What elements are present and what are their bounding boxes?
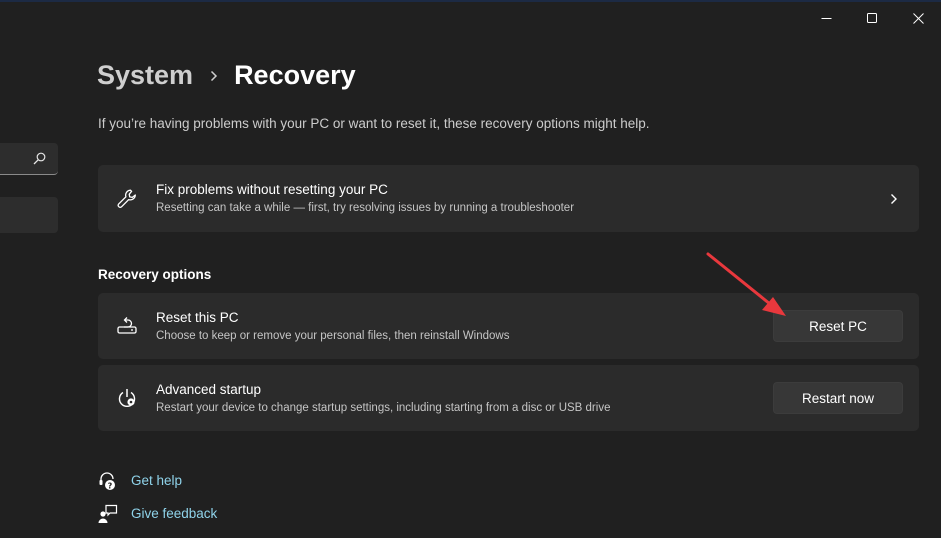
reset-pc-icon xyxy=(98,316,156,336)
get-help-label[interactable]: Get help xyxy=(131,473,182,488)
maximize-icon xyxy=(866,12,877,23)
breadcrumb-chevron-icon xyxy=(210,70,218,82)
fix-problems-card[interactable]: Fix problems without resetting your PC R… xyxy=(98,165,919,232)
breadcrumb: System Recovery xyxy=(97,60,356,91)
give-feedback-icon xyxy=(98,504,131,524)
give-feedback-link[interactable]: Give feedback xyxy=(98,497,217,530)
search-icon[interactable] xyxy=(33,152,46,165)
wrench-icon xyxy=(98,188,156,210)
window-top-border xyxy=(0,0,941,2)
fix-problems-description: Resetting can take a while — first, try … xyxy=(156,202,575,214)
window-controls xyxy=(803,2,941,34)
maximize-button[interactable] xyxy=(849,2,895,34)
chevron-right-icon xyxy=(869,193,919,205)
get-help-icon: ? xyxy=(98,471,131,491)
close-button[interactable] xyxy=(895,2,941,34)
advanced-startup-icon xyxy=(98,387,156,409)
close-icon xyxy=(912,12,924,24)
page-description: If you’re having problems with your PC o… xyxy=(98,116,650,131)
reset-this-pc-card: Reset this PC Choose to keep or remove y… xyxy=(98,293,919,359)
sidebar-item-system[interactable] xyxy=(0,197,58,233)
breadcrumb-system[interactable]: System xyxy=(97,60,193,91)
advanced-startup-card: Advanced startup Restart your device to … xyxy=(98,365,919,431)
svg-text:?: ? xyxy=(108,481,113,490)
get-help-link[interactable]: ? Get help xyxy=(98,464,217,497)
help-links: ? Get help Give feedback xyxy=(98,464,217,530)
settings-search-input[interactable] xyxy=(0,143,58,175)
page-title: Recovery xyxy=(234,60,356,90)
restart-now-button[interactable]: Restart now xyxy=(773,382,903,414)
fix-problems-title: Fix problems without resetting your PC xyxy=(156,182,388,197)
reset-pc-button[interactable]: Reset PC xyxy=(773,310,903,342)
give-feedback-label[interactable]: Give feedback xyxy=(131,506,217,521)
recovery-options-heading: Recovery options xyxy=(98,267,212,282)
minimize-button[interactable] xyxy=(803,2,849,34)
minimize-icon xyxy=(821,17,831,19)
